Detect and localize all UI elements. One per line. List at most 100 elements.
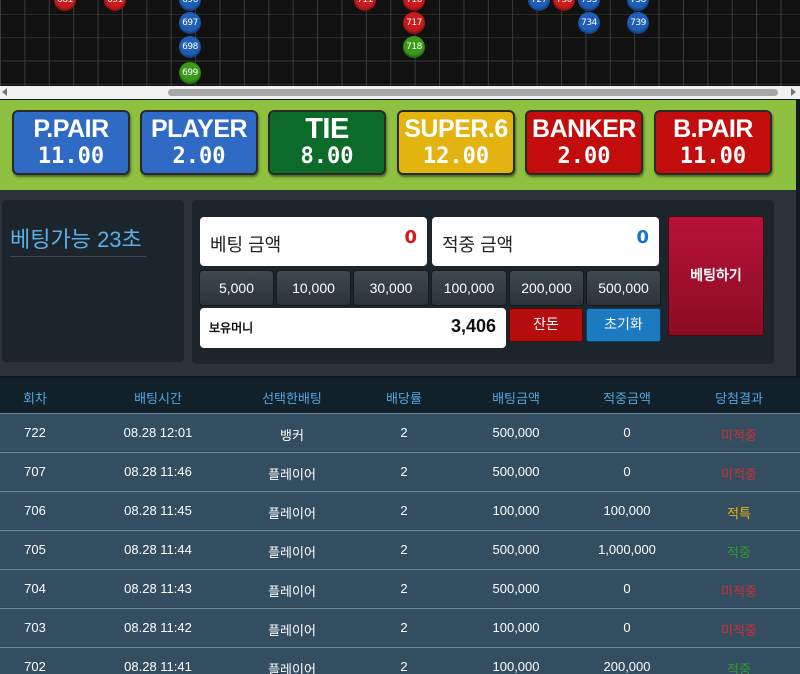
road-bead: 718 bbox=[403, 36, 425, 58]
road-bead: 739 bbox=[627, 12, 649, 34]
place-bet-button[interactable]: 베팅하기 bbox=[668, 216, 764, 336]
cell-result: 적중 bbox=[727, 545, 751, 560]
cell-bet: 500,000 bbox=[492, 425, 540, 440]
road-bead: 691 bbox=[104, 0, 126, 11]
bet-amount-field: 베팅 금액 0 bbox=[200, 217, 427, 266]
road-bead: 711 bbox=[354, 0, 376, 11]
betting-timer: 베팅가능 23초 bbox=[10, 227, 142, 252]
scroll-left-arrow-icon[interactable] bbox=[2, 88, 7, 96]
bead-road-grid: 681 691 696 697 698 699 711 716 717 718 727 730 733 7… bbox=[0, 0, 800, 88]
chip-200000-button[interactable]: 200,000 bbox=[509, 270, 584, 306]
cell-time: 08.28 11:43 bbox=[124, 581, 192, 596]
cell-round: 704 bbox=[24, 581, 46, 596]
scrollbar-thumb[interactable] bbox=[168, 89, 778, 96]
road-bead: 730 bbox=[553, 0, 575, 11]
bet-title: BANKER bbox=[532, 115, 636, 143]
bet-player-button[interactable]: PLAYER 2.00 bbox=[140, 110, 258, 175]
bet-title: P.PAIR bbox=[33, 115, 109, 143]
chip-30000-button[interactable]: 30,000 bbox=[353, 270, 429, 306]
bet-options-panel: P.PAIR 11.00 PLAYER 2.00 TIE 8.00 SUPER.… bbox=[0, 100, 796, 190]
table-row: 722 08.28 12:01 뱅커 2 500,000 0 미적중 bbox=[0, 413, 800, 451]
scroll-right-arrow-icon[interactable] bbox=[791, 88, 796, 96]
bet-banker-button[interactable]: BANKER 2.00 bbox=[525, 110, 643, 175]
bet-odds: 8.00 bbox=[300, 144, 354, 169]
bet-odds: 11.00 bbox=[37, 144, 105, 169]
cell-round: 706 bbox=[24, 503, 46, 518]
bet-odds: 11.00 bbox=[679, 144, 747, 169]
cell-odds: 2 bbox=[400, 464, 408, 479]
cell-time: 08.28 11:42 bbox=[124, 620, 192, 635]
table-header: 회차 배팅시간 선택한배팅 배당률 배팅금액 적중금액 당첨결과 bbox=[0, 378, 800, 413]
header-time: 배팅시간 bbox=[134, 391, 182, 406]
table-row: 704 08.28 11:43 플레이어 2 500,000 0 미적중 bbox=[0, 569, 800, 607]
balance-label: 보유머니 bbox=[209, 321, 254, 335]
cell-time: 08.28 12:01 bbox=[123, 425, 193, 440]
cell-odds: 2 bbox=[400, 620, 408, 635]
baccarat-betting-screen: 681 691 696 697 698 699 711 716 717 718 727 730 733 7… bbox=[0, 0, 800, 674]
cell-result: 미적중 bbox=[721, 584, 757, 599]
chip-10000-button[interactable]: 10,000 bbox=[276, 270, 351, 306]
win-amount-field: 적중 금액 0 bbox=[432, 217, 659, 266]
road-bead: 734 bbox=[578, 12, 600, 34]
bet-p-pair-button[interactable]: P.PAIR 11.00 bbox=[12, 110, 130, 175]
header-result: 당첨결과 bbox=[715, 391, 763, 406]
cell-round: 722 bbox=[24, 425, 46, 440]
bet-amount-label: 베팅 금액 bbox=[210, 235, 282, 255]
table-row: 703 08.28 11:42 플레이어 2 100,000 0 미적중 bbox=[0, 608, 800, 646]
cell-round: 707 bbox=[24, 464, 46, 479]
header-round: 회차 bbox=[23, 391, 47, 406]
road-bead: 696 bbox=[179, 0, 201, 11]
cell-bet: 100,000 bbox=[492, 620, 540, 635]
cell-odds: 2 bbox=[400, 425, 408, 440]
cell-round: 703 bbox=[24, 620, 46, 635]
cell-win: 0 bbox=[623, 620, 631, 635]
cell-odds: 2 bbox=[400, 659, 408, 674]
win-amount-label: 적중 금액 bbox=[442, 235, 514, 255]
header-win-amount: 적중금액 bbox=[603, 391, 651, 406]
bet-tie-button[interactable]: TIE 8.00 bbox=[268, 110, 386, 175]
cell-choice: 플레이어 bbox=[268, 506, 316, 521]
bet-super6-button[interactable]: SUPER.6 12.00 bbox=[397, 110, 515, 175]
road-bead: 733 bbox=[578, 0, 600, 11]
road-bead: 716 bbox=[403, 0, 425, 11]
cell-odds: 2 bbox=[400, 503, 408, 518]
balance-field: 보유머니 3,406 bbox=[200, 308, 506, 348]
bet-b-pair-button[interactable]: B.PAIR 11.00 bbox=[654, 110, 772, 175]
chip-5000-button[interactable]: 5,000 bbox=[199, 270, 274, 306]
cell-round: 702 bbox=[24, 659, 46, 674]
table-row: 702 08.28 11:41 플레이어 2 100,000 200,000 적중 bbox=[0, 647, 800, 674]
cell-choice: 플레이어 bbox=[268, 662, 316, 674]
chip-500000-button[interactable]: 500,000 bbox=[586, 270, 661, 306]
cell-time: 08.28 11:44 bbox=[124, 542, 192, 557]
cell-time: 08.28 11:41 bbox=[124, 659, 192, 674]
chip-100000-button[interactable]: 100,000 bbox=[431, 270, 507, 306]
cell-result: 적중 bbox=[727, 662, 751, 674]
road-bead: 681 bbox=[54, 0, 76, 11]
cell-win: 0 bbox=[623, 581, 631, 596]
table-row: 707 08.28 11:46 플레이어 2 500,000 0 미적중 bbox=[0, 452, 800, 490]
cell-choice: 플레이어 bbox=[268, 467, 316, 482]
cell-win: 100,000 bbox=[603, 503, 651, 518]
cell-choice: 플레이어 bbox=[268, 545, 316, 560]
reset-button[interactable]: 초기화 bbox=[586, 308, 661, 342]
header-bet-amount: 배팅금액 bbox=[492, 391, 540, 406]
bet-history-table: 회차 배팅시간 선택한배팅 배당률 배팅금액 적중금액 당첨결과 722 08.2… bbox=[0, 378, 800, 674]
cell-result: 미적중 bbox=[721, 428, 757, 443]
cell-choice: 플레이어 bbox=[268, 623, 316, 638]
cell-bet: 500,000 bbox=[492, 581, 540, 596]
cell-result: 미적중 bbox=[721, 623, 757, 638]
bet-odds: 12.00 bbox=[422, 144, 490, 169]
table-row: 706 08.28 11:45 플레이어 2 100,000 100,000 적특 bbox=[0, 491, 800, 529]
cell-bet: 100,000 bbox=[492, 503, 540, 518]
road-scrollbar[interactable] bbox=[0, 86, 800, 99]
header-odds: 배당률 bbox=[386, 391, 422, 406]
balance-value: 3,406 bbox=[450, 316, 496, 336]
road-bead: 717 bbox=[403, 12, 425, 34]
cell-choice: 뱅커 bbox=[280, 428, 304, 443]
road-bead: 697 bbox=[179, 12, 201, 34]
change-button[interactable]: 잔돈 bbox=[509, 308, 583, 342]
road-bead: 727 bbox=[528, 0, 550, 11]
cell-bet: 500,000 bbox=[492, 464, 540, 479]
road-bead: 699 bbox=[179, 62, 201, 84]
bet-amount-value: 0 bbox=[404, 227, 417, 248]
